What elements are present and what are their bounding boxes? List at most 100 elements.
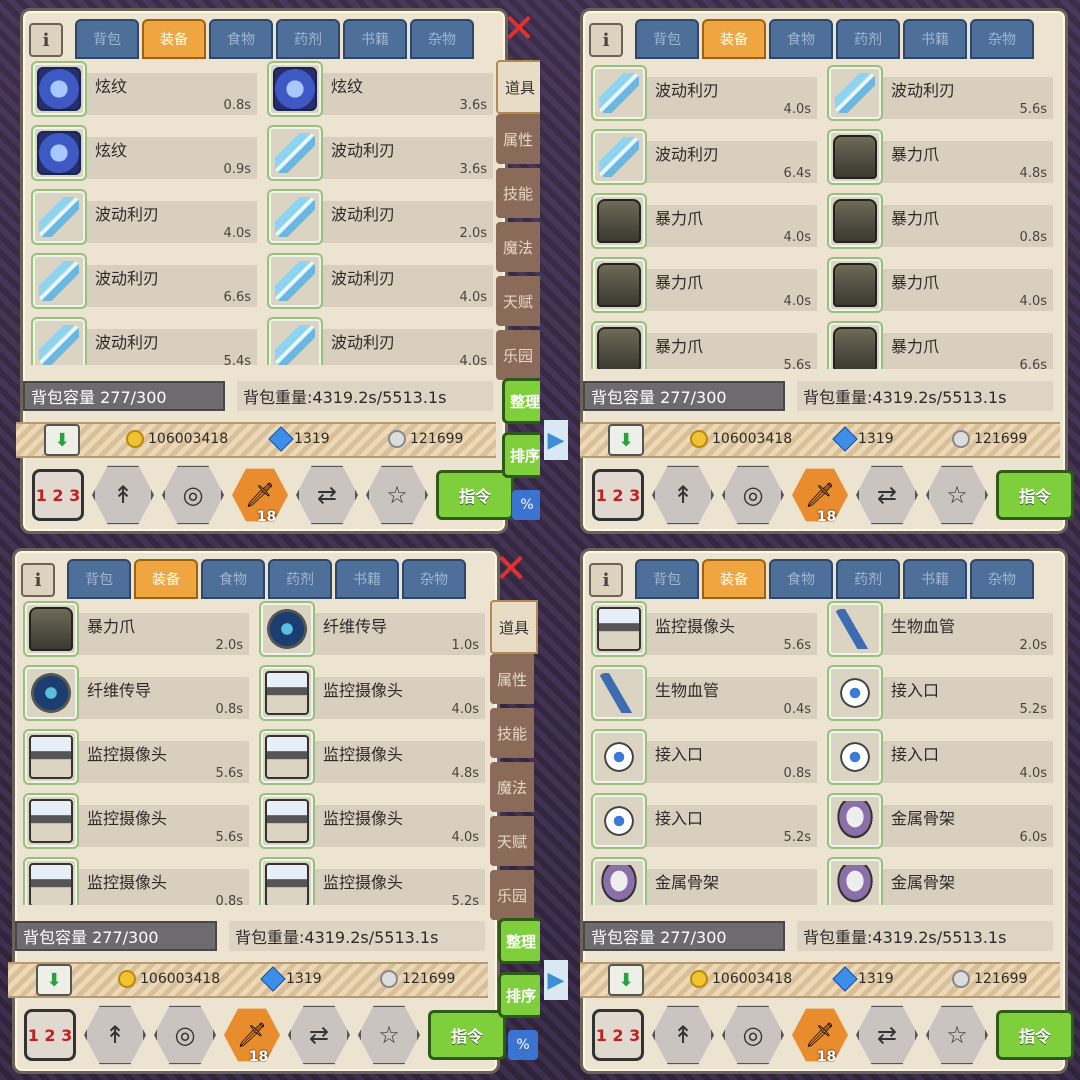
inventory-item[interactable]: 监控摄像头 5.6s [23,729,249,785]
tab-0[interactable]: 背包 [67,559,131,599]
star-button[interactable]: ☆ [926,1005,988,1065]
close-icon[interactable]: ✕ [502,9,536,49]
info-button[interactable]: i [589,563,623,597]
item-slot[interactable] [827,193,883,249]
inventory-item[interactable]: 波动利刃 4.0s [31,189,257,245]
bag-button[interactable]: 🗡 184 [792,1008,848,1062]
side-button-0[interactable]: 整理 [502,378,540,424]
inventory-item[interactable]: 接入口 0.8s [591,729,817,785]
command-button[interactable]: 指令 [428,1010,506,1060]
up-arrow-button[interactable]: ↟ [652,465,714,525]
item-slot[interactable] [267,253,323,309]
expand-arrow-icon[interactable]: ▶ [544,420,568,460]
inventory-item[interactable]: 波动利刃 5.6s [827,65,1053,121]
magnify-button[interactable]: ◎ [722,465,784,525]
expand-arrow-icon[interactable]: ▶ [544,960,568,1000]
inventory-item[interactable]: 波动利刃 4.0s [267,253,493,309]
item-slot[interactable] [827,793,883,849]
item-slot[interactable] [827,665,883,721]
side-button-1[interactable]: 排序 [502,432,540,478]
bag-button[interactable]: 🗡 184 [792,468,848,522]
tab-4[interactable]: 书籍 [343,19,407,59]
side-tab-0[interactable]: 道具 [490,600,538,654]
inventory-item[interactable]: 暴力爪 4.0s [591,193,817,249]
inventory-item[interactable]: 监控摄像头 0.8s [23,857,249,905]
tab-1[interactable]: 装备 [142,19,206,59]
item-slot[interactable] [591,321,647,369]
item-slot[interactable] [267,189,323,245]
side-tab-5[interactable]: 乐园 [496,330,540,380]
item-slot[interactable] [23,601,79,657]
side-tab-1[interactable]: 属性 [496,114,540,164]
side-tab-2[interactable]: 技能 [490,708,534,758]
tab-3[interactable]: 药剂 [836,559,900,599]
tab-4[interactable]: 书籍 [903,19,967,59]
info-button[interactable]: i [29,23,63,57]
download-icon[interactable]: ⬇ [44,424,80,456]
item-slot[interactable] [23,857,79,905]
inventory-item[interactable]: 暴力爪 4.0s [591,257,817,313]
item-list[interactable]: 炫纹 0.8s 炫纹 3.6s 炫纹 0.9s 波动利刃 3.6s 波动利刃 4.0s 波动利刃 2.… [31,61,503,365]
item-slot[interactable] [259,601,315,657]
inventory-item[interactable]: 波动利刃 2.0s [267,189,493,245]
zoom-button[interactable]: % [512,490,540,520]
item-slot[interactable] [591,129,647,185]
tab-1[interactable]: 装备 [134,559,198,599]
inventory-item[interactable]: 波动利刃 4.0s [591,65,817,121]
item-slot[interactable] [31,61,87,117]
item-slot[interactable] [591,65,647,121]
item-slot[interactable] [827,129,883,185]
download-icon[interactable]: ⬇ [608,424,644,456]
item-slot[interactable] [827,321,883,369]
inventory-item[interactable]: 波动利刃 5.4s [31,317,257,365]
inventory-item[interactable]: 监控摄像头 4.0s [259,793,485,849]
side-tab-4[interactable]: 天赋 [490,816,534,866]
tab-4[interactable]: 书籍 [335,559,399,599]
tab-0[interactable]: 背包 [635,559,699,599]
side-tab-4[interactable]: 天赋 [496,276,540,326]
inventory-item[interactable]: 波动利刃 4.0s [267,317,493,365]
inventory-item[interactable]: 金属骨架 6.0s [827,793,1053,849]
inventory-item[interactable]: 纤维传导 1.0s [259,601,485,657]
inventory-item[interactable]: 监控摄像头 5.6s [591,601,817,657]
item-list[interactable]: 波动利刃 4.0s 波动利刃 5.6s 波动利刃 6.4s 暴力爪 4.8s 暴力爪 4.0s 暴力… [591,65,1063,369]
inventory-item[interactable]: 炫纹 0.8s [31,61,257,117]
info-button[interactable]: i [589,23,623,57]
inventory-item[interactable]: 暴力爪 2.0s [23,601,249,657]
side-tab-3[interactable]: 魔法 [496,222,540,272]
inventory-item[interactable]: 波动利刃 3.6s [267,125,493,181]
item-slot[interactable] [31,189,87,245]
item-slot[interactable] [31,253,87,309]
close-icon[interactable]: ✕ [494,549,528,589]
side-tab-3[interactable]: 魔法 [490,762,534,812]
download-icon[interactable]: ⬇ [608,964,644,996]
item-list[interactable]: 监控摄像头 5.6s 生物血管 2.0s 生物血管 0.4s 接入口 5.2s 接入口 0.8s 接… [591,601,1063,905]
swap-button[interactable]: ⇄ [296,465,358,525]
item-slot[interactable] [267,125,323,181]
magnify-button[interactable]: ◎ [722,1005,784,1065]
inventory-item[interactable]: 接入口 5.2s [591,793,817,849]
inventory-item[interactable]: 金属骨架 [827,857,1053,905]
zoom-button[interactable]: % [508,1030,538,1060]
item-slot[interactable] [827,257,883,313]
side-button-1[interactable]: 排序 [498,972,540,1018]
item-slot[interactable] [23,665,79,721]
tab-2[interactable]: 食物 [769,19,833,59]
tab-1[interactable]: 装备 [702,559,766,599]
item-slot[interactable] [591,665,647,721]
inventory-item[interactable]: 监控摄像头 5.6s [23,793,249,849]
tab-0[interactable]: 背包 [75,19,139,59]
item-slot[interactable] [591,193,647,249]
inventory-item[interactable]: 暴力爪 0.8s [827,193,1053,249]
magnify-button[interactable]: ◎ [162,465,224,525]
sort-number-button[interactable]: 1 2 3 [592,1009,644,1061]
inventory-item[interactable]: 波动利刃 6.4s [591,129,817,185]
item-slot[interactable] [259,857,315,905]
inventory-item[interactable]: 暴力爪 6.6s [827,321,1053,369]
info-button[interactable]: i [21,563,55,597]
tab-5[interactable]: 杂物 [402,559,466,599]
inventory-item[interactable]: 波动利刃 6.6s [31,253,257,309]
item-slot[interactable] [31,317,87,365]
item-slot[interactable] [259,729,315,785]
bag-button[interactable]: 🗡 184 [224,1008,280,1062]
